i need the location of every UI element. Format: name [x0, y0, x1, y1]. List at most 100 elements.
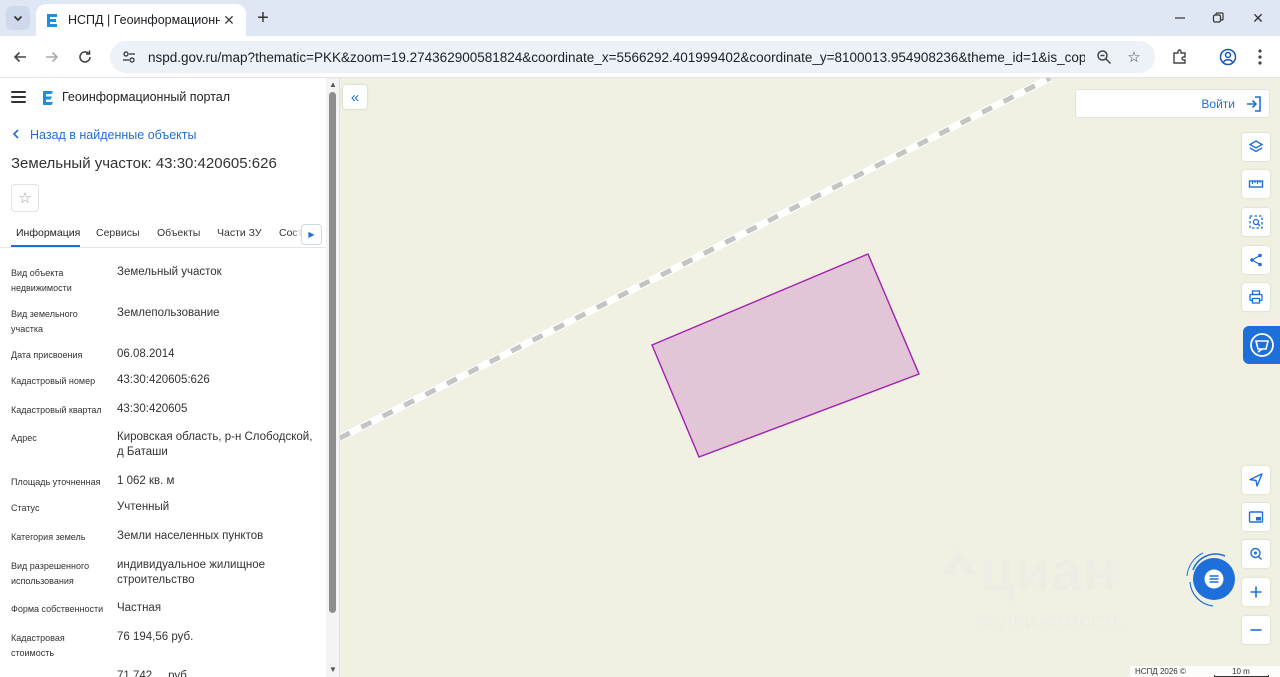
close-window-icon[interactable]: ✕: [1248, 8, 1268, 28]
property-value: 43:30:420605:626: [117, 374, 210, 386]
property-label: Дата присвоения: [11, 350, 83, 360]
portal-logo-icon: [43, 91, 53, 105]
property-label: Кадастровый квартал: [11, 405, 102, 415]
assistant-button[interactable]: [1243, 326, 1280, 364]
tabs-scroll-right-button[interactable]: ▶: [301, 224, 322, 245]
nspd-favicon-icon: [47, 14, 57, 27]
cian-logo-icon: [942, 548, 976, 574]
scroll-up-arrow-icon[interactable]: ▲: [328, 80, 338, 90]
chevron-down-icon: [13, 15, 23, 22]
area-select-icon: [1249, 215, 1263, 229]
login-arrow-icon: [1247, 96, 1261, 112]
back-arrow-icon[interactable]: [8, 45, 32, 69]
double-chevron-left-icon: «: [350, 88, 360, 106]
zoom-in-button[interactable]: [1242, 578, 1270, 606]
reload-icon[interactable]: [73, 45, 97, 69]
login-button[interactable]: Войти: [1075, 89, 1270, 118]
locate-icon: [1249, 473, 1263, 487]
browser-menu-icon[interactable]: [1248, 45, 1272, 69]
watermark-sub: недвижимость: [976, 608, 1124, 633]
share-icon: [1250, 253, 1262, 267]
layers-icon: [1248, 140, 1264, 153]
restore-icon[interactable]: [1208, 8, 1228, 28]
minimap-button[interactable]: [1242, 503, 1270, 531]
map-canvas[interactable]: циан недвижимость « Войти НСПД 2026 © 10…: [340, 78, 1280, 677]
measure-button[interactable]: [1242, 170, 1270, 198]
property-value: 06.08.2014: [117, 348, 175, 360]
property-label: Вид объекта недвижимости: [11, 268, 72, 293]
zoom-out-button[interactable]: [1242, 616, 1270, 644]
collapse-panel-button[interactable]: «: [343, 85, 367, 109]
star-icon: ☆: [18, 190, 32, 207]
new-tab-icon[interactable]: +: [252, 7, 274, 29]
layers-button[interactable]: [1242, 133, 1270, 161]
panel-scrollbar[interactable]: ▲ ▼: [326, 78, 339, 677]
chat-bubble-icon: [1204, 569, 1224, 589]
geo-search-icon: [1250, 547, 1262, 560]
favorite-button[interactable]: ☆: [11, 184, 39, 212]
browser-toolbar: nspd.gov.ru/map?thematic=PKK&zoom=19.274…: [0, 36, 1280, 78]
print-button[interactable]: [1242, 283, 1270, 311]
browser-tab[interactable]: НСПД | Геоинформационный ✕: [36, 4, 246, 36]
locate-button[interactable]: [1242, 466, 1270, 494]
property-value: Частная: [117, 602, 162, 614]
property-value: 76 194,56 руб.: [117, 631, 194, 643]
tab-services[interactable]: Сервисы: [96, 227, 140, 239]
forward-arrow-icon[interactable]: [40, 45, 64, 69]
back-to-results-link[interactable]: Назад в найденные объекты: [12, 128, 196, 142]
object-info-panel: Геоинформационный портал Назад в найденн…: [0, 78, 340, 677]
close-tab-icon[interactable]: ✕: [220, 11, 238, 29]
land-parcel[interactable]: [651, 253, 920, 458]
scroll-down-arrow-icon[interactable]: ▼: [328, 665, 338, 675]
panel-tabs: Информация Сервисы Объекты Части ЗУ Сост…: [0, 222, 326, 248]
minimap-icon: [1248, 511, 1264, 523]
watermark-word: циан: [980, 539, 1118, 602]
print-icon: [1249, 290, 1263, 304]
portal-title: Геоинформационный портал: [62, 90, 231, 104]
chat-widget[interactable]: [1183, 548, 1247, 612]
tab-title: НСПД | Геоинформационный: [68, 13, 220, 27]
property-label: Адрес: [11, 433, 37, 443]
property-label: Категория земель: [11, 532, 86, 542]
panel-header: Геоинформационный портал: [0, 78, 326, 118]
profile-icon[interactable]: [1216, 45, 1240, 69]
tab-information[interactable]: Информация: [16, 227, 80, 239]
url-text: nspd.gov.ru/map?thematic=PKK&zoom=19.274…: [148, 49, 1085, 65]
property-label: Кадастровая стоимость: [11, 633, 65, 658]
minimize-icon[interactable]: [1170, 8, 1190, 28]
object-title: Земельный участок: 43:30:420605:626: [11, 155, 277, 172]
caret-right-icon: ▶: [308, 230, 315, 239]
property-value: Земли населенных пунктов: [117, 530, 264, 542]
property-label: Вид разрешенного использования: [11, 561, 90, 586]
chat-button[interactable]: [1193, 558, 1235, 600]
login-label: Войти: [1201, 97, 1235, 111]
hamburger-menu-icon[interactable]: [11, 91, 26, 103]
tab-search-button[interactable]: [6, 6, 30, 30]
scrollbar-thumb[interactable]: [329, 92, 336, 613]
property-label: Форма собственности: [11, 604, 104, 614]
zoom-page-icon[interactable]: [1093, 46, 1115, 68]
site-settings-icon[interactable]: [120, 48, 138, 66]
bookmark-star-icon[interactable]: ☆: [1123, 46, 1145, 68]
property-value: Земельный участок: [117, 266, 222, 278]
property-value: 71 742,... руб.: [117, 670, 191, 677]
address-bar[interactable]: nspd.gov.ru/map?thematic=PKK&zoom=19.274…: [110, 41, 1155, 73]
tab-parts[interactable]: Части ЗУ: [217, 227, 262, 239]
cian-watermark: циан недвижимость: [940, 518, 1180, 638]
browser-tabstrip: НСПД | Геоинформационный ✕ + ✕: [0, 0, 1280, 36]
share-button[interactable]: [1242, 246, 1270, 274]
property-value: Землепользование: [117, 307, 220, 319]
property-value: Учтенный: [117, 501, 170, 513]
assistant-icon: [1249, 333, 1274, 357]
property-value: 43:30:420605: [117, 403, 188, 415]
ruler-icon: [1248, 180, 1264, 188]
map-attribution: НСПД 2026 © 10 m: [1130, 666, 1280, 677]
geo-search-button[interactable]: [1242, 540, 1270, 568]
area-select-button[interactable]: [1242, 208, 1270, 236]
property-value: Кировская область, р-н Слободской, д Бат…: [117, 431, 313, 458]
property-label: Вид земельного участка: [11, 309, 78, 334]
extensions-icon[interactable]: [1168, 45, 1192, 69]
tab-objects[interactable]: Объекты: [157, 227, 200, 239]
active-tab-indicator: [11, 245, 80, 247]
property-label: Кадастровый номер: [11, 376, 96, 386]
